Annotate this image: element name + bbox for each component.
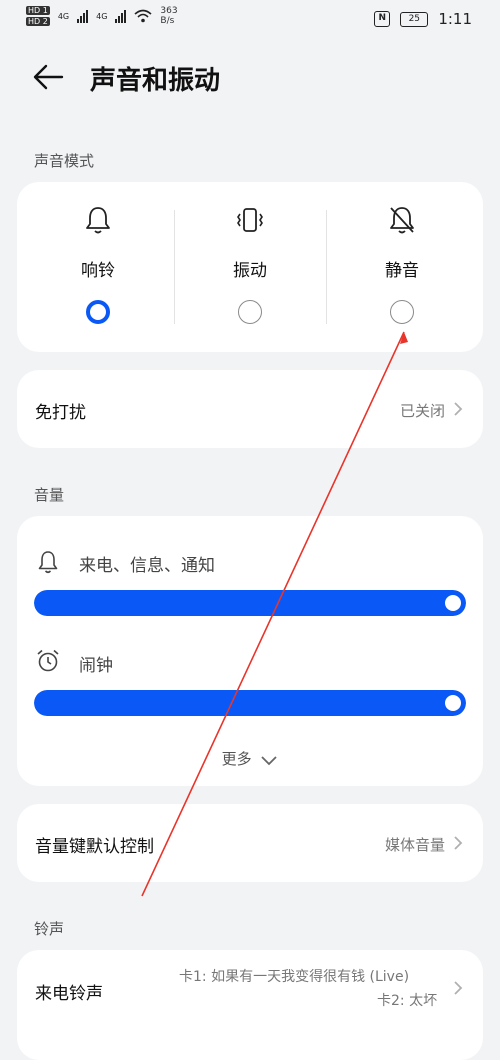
sound-mode-ring-option[interactable]: 响铃: [22, 182, 174, 352]
alarm-clock-icon: [37, 649, 59, 672]
sim1-tag: HD 1: [26, 6, 50, 15]
sound-mode-silent-option[interactable]: 静音: [326, 182, 478, 352]
slider-fill: [34, 690, 466, 716]
signal-icon: [77, 9, 89, 23]
sound-mode-ring-label: 响铃: [81, 261, 115, 281]
sound-mode-ring-radio[interactable]: [86, 300, 110, 324]
volume-ringtone-slider[interactable]: [34, 590, 466, 616]
sim-tags: HD 1 HD 2: [26, 6, 50, 26]
app-header: 声音和振动: [0, 54, 500, 102]
volume-key-row[interactable]: 音量键默认控制 媒体音量: [17, 804, 483, 882]
section-label-ringtone: 铃声: [34, 920, 65, 938]
do-not-disturb-value: 已关闭: [399, 402, 445, 420]
chevron-right-icon: [454, 402, 463, 416]
ringtone-row[interactable]: 来电铃声 卡1: 如果有一天我变得很有钱 (Live) 卡2: 太坏: [17, 950, 483, 1060]
network-speed-unit: B/s: [160, 16, 175, 26]
bell-icon: [86, 207, 110, 234]
vibrate-icon: [237, 208, 263, 232]
slider-thumb[interactable]: [445, 695, 461, 711]
sound-mode-vibrate-radio[interactable]: [238, 300, 262, 324]
do-not-disturb-label: 免打扰: [35, 403, 86, 423]
battery-icon: 25: [400, 11, 429, 27]
network-speed-value: 363: [160, 6, 178, 16]
sound-mode-vibrate-label: 振动: [233, 261, 267, 281]
network-speed: 363 B/s: [160, 6, 177, 26]
ringtone-card1-value: 卡1: 如果有一天我变得很有钱 (Live): [179, 969, 410, 985]
sim1-network-type: 4G: [57, 11, 70, 21]
status-bar-right: N 25 1:11: [374, 10, 472, 28]
chevron-down-icon: [261, 755, 278, 765]
bell-muted-icon: [390, 207, 414, 234]
section-label-sound-mode: 声音模式: [34, 152, 95, 170]
slider-fill: [34, 590, 466, 616]
sound-mode-silent-radio[interactable]: [390, 300, 414, 324]
sim2-tag: HD 2: [26, 17, 50, 26]
back-arrow-icon[interactable]: [32, 62, 66, 92]
sound-mode-vibrate-option[interactable]: 振动: [174, 182, 326, 352]
page-title: 声音和振动: [90, 66, 221, 96]
clock: 1:11: [438, 10, 472, 28]
bell-icon: [38, 551, 58, 574]
volume-alarm-label: 闹钟: [79, 656, 113, 676]
chevron-right-icon: [454, 836, 463, 850]
sound-mode-card: 响铃 振动 静音: [17, 182, 483, 352]
wifi-icon: [134, 9, 152, 23]
sim2-network-type: 4G: [96, 11, 108, 21]
volume-card: 来电、信息、通知 闹钟 更多: [17, 516, 483, 786]
more-volume-button[interactable]: 更多: [17, 748, 483, 769]
nfc-icon: N: [374, 11, 391, 27]
status-bar: HD 1 HD 2 4G 4G 363 B/s N 25 1:11: [0, 0, 500, 38]
more-label: 更多: [221, 750, 252, 768]
volume-key-value: 媒体音量: [384, 836, 445, 854]
sound-mode-silent-label: 静音: [385, 261, 419, 281]
volume-ringtone-label: 来电、信息、通知: [79, 556, 215, 576]
volume-key-label: 音量键默认控制: [35, 837, 154, 857]
do-not-disturb-row[interactable]: 免打扰 已关闭: [17, 370, 483, 448]
ringtone-card2-value: 卡2: 太坏: [377, 993, 438, 1009]
ringtone-label: 来电铃声: [35, 984, 103, 1004]
slider-thumb[interactable]: [445, 595, 461, 611]
signal-icon: [115, 9, 127, 23]
status-bar-left: HD 1 HD 2 4G 4G 363 B/s: [26, 6, 178, 26]
chevron-right-icon: [454, 981, 463, 995]
volume-alarm-slider[interactable]: [34, 690, 466, 716]
section-label-volume: 音量: [34, 486, 65, 504]
